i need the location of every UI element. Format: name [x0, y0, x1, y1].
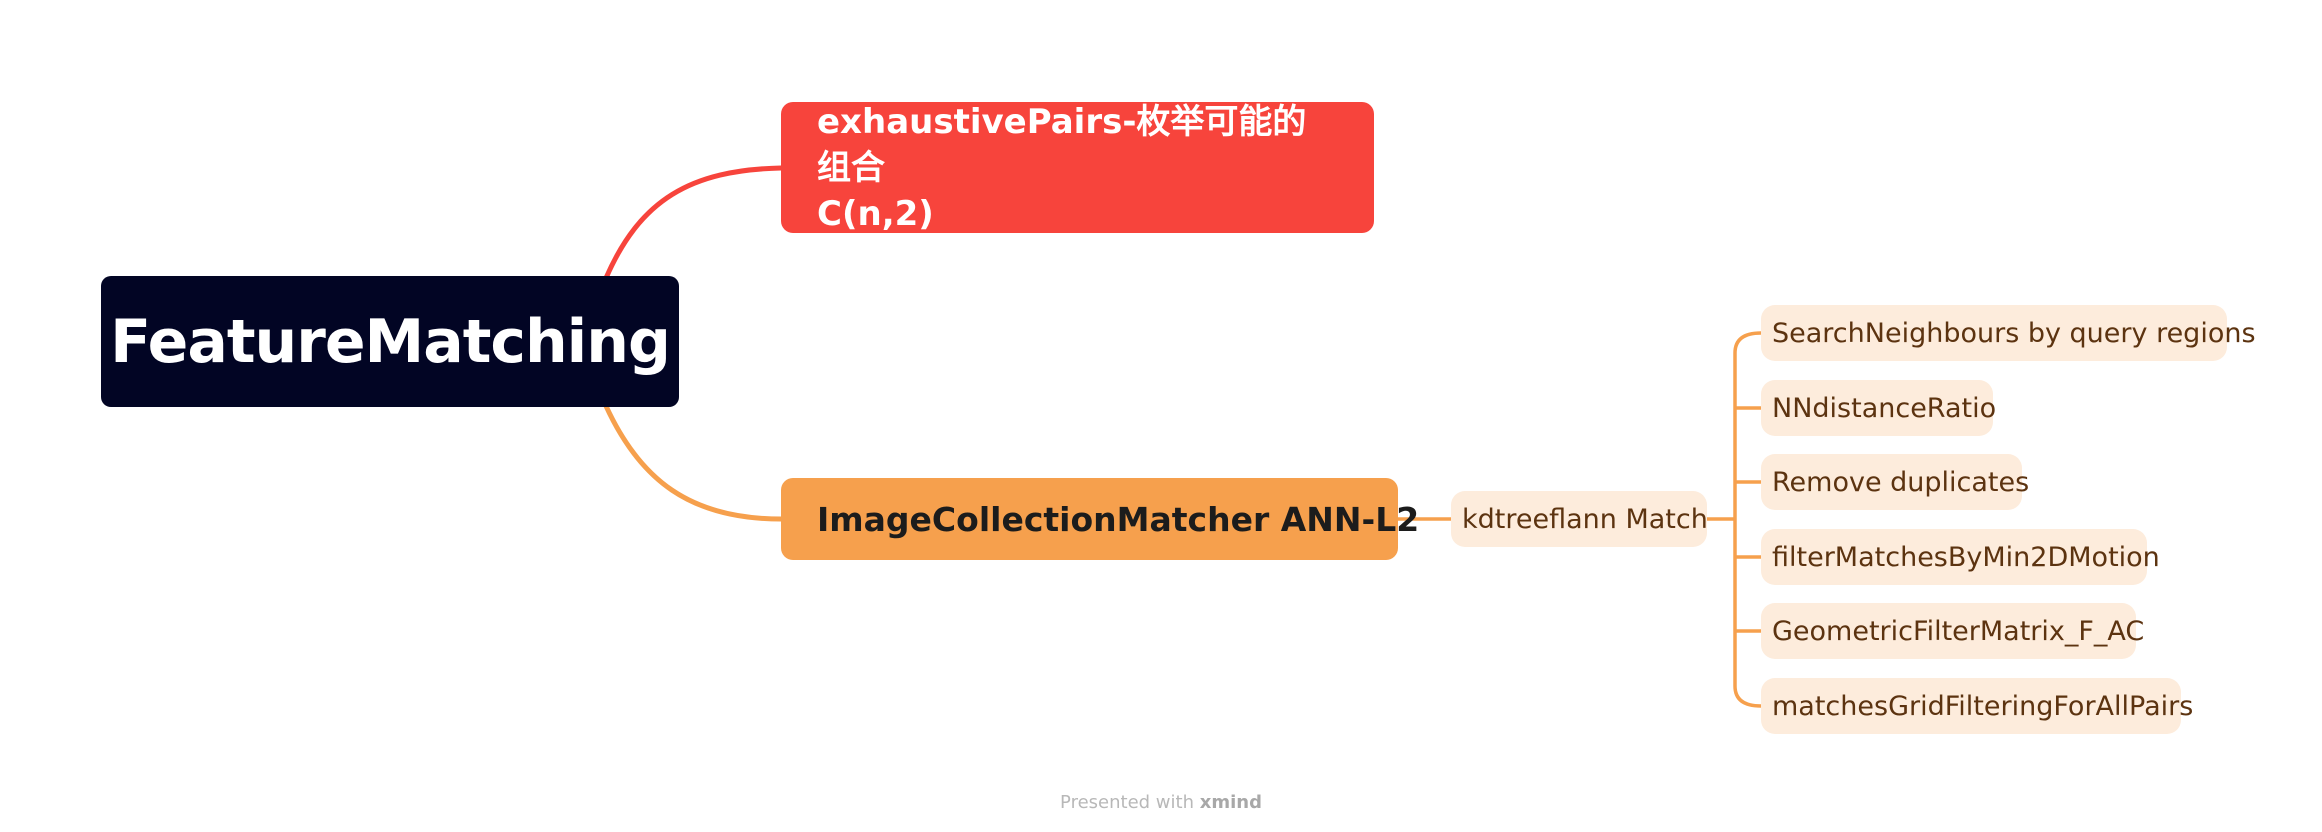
- xmind-logo[interactable]: xmind: [1200, 792, 1262, 813]
- branch-exhaustive-pairs[interactable]: exhaustivePairs-枚举可能的组合 C(n,2): [781, 102, 1374, 234]
- subtopic-kdtreeflann-match-label: kdtreeflann Match: [1462, 503, 1708, 535]
- branch-image-collection-matcher-label: ImageCollectionMatcher ANN-L2: [817, 499, 1420, 539]
- footer-attribution: Presented with xmind: [0, 792, 2322, 813]
- branch-image-collection-matcher[interactable]: ImageCollectionMatcher ANN-L2: [781, 478, 1419, 560]
- leaf-label: NNdistanceRatio: [1772, 392, 1997, 424]
- leaf-remove-duplicates[interactable]: Remove duplicates: [1761, 454, 2029, 510]
- branch-exhaustive-pairs-line-1: exhaustivePairs-枚举可能的组合: [817, 101, 1307, 188]
- leaf-geometric-filter-matrix[interactable]: GeometricFilterMatrix_F_AC: [1761, 603, 2144, 659]
- root-topic[interactable]: FeatureMatching: [101, 276, 679, 407]
- leaf-matches-grid-filtering[interactable]: matchesGridFilteringForAllPairs: [1761, 678, 2193, 734]
- leaf-filter-matches-min2dmotion[interactable]: filterMatchesByMin2DMotion: [1761, 529, 2160, 585]
- branch-exhaustive-pairs-label: exhaustivePairs-枚举可能的组合 C(n,2): [817, 99, 1338, 237]
- leaf-label: filterMatchesByMin2DMotion: [1772, 541, 2160, 573]
- leaf-label: SearchNeighbours by query regions: [1772, 317, 2256, 349]
- footer-prefix: Presented with: [1060, 792, 1194, 813]
- leaf-label: GeometricFilterMatrix_F_AC: [1772, 615, 2145, 647]
- leaf-label: matchesGridFilteringForAllPairs: [1772, 690, 2194, 722]
- branch-exhaustive-pairs-line-2: C(n,2): [817, 193, 934, 234]
- leaf-nn-distance-ratio[interactable]: NNdistanceRatio: [1761, 380, 1997, 436]
- connector-root-to-exhaustive-pairs: [603, 165, 784, 281]
- bracket-line: [1733, 331, 1762, 708]
- root-topic-label: FeatureMatching: [110, 306, 671, 377]
- subtopic-kdtreeflann-match[interactable]: kdtreeflann Match: [1451, 491, 1708, 547]
- connector-root-to-image-collection-matcher: [603, 403, 784, 522]
- leaf-label: Remove duplicates: [1772, 466, 2030, 498]
- leaf-search-neighbours[interactable]: SearchNeighbours by query regions: [1761, 305, 2256, 361]
